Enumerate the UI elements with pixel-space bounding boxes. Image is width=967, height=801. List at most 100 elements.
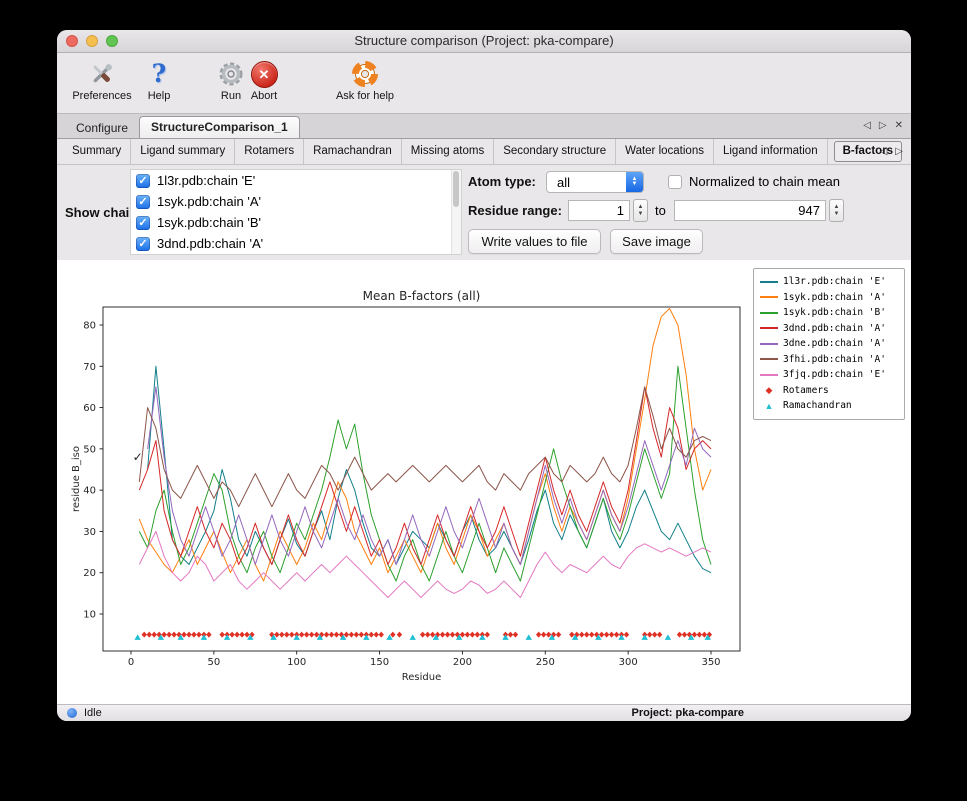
chains-scrollbar[interactable] <box>451 170 461 254</box>
residue-range-label: Residue range: <box>468 203 562 218</box>
legend-line-swatch <box>760 281 778 283</box>
svg-text:Mean B-factors (all): Mean B-factors (all) <box>363 289 481 303</box>
legend-line-swatch <box>760 327 778 329</box>
subtab-forward-icon[interactable]: ▷ <box>895 146 903 157</box>
legend-line-swatch <box>760 343 778 345</box>
legend-entry: 1l3r.pdb:chain 'E' <box>760 274 898 290</box>
dropdown-arrows-icon: ▲▼ <box>626 172 643 192</box>
svg-text:40: 40 <box>83 486 96 497</box>
tab-bar-nav: ◁ ▷ ✕ <box>863 120 903 131</box>
report-subtab-bar: SummaryLigand summaryRotamersRamachandra… <box>57 139 911 165</box>
toolbar-label: Ask for help <box>319 90 411 102</box>
legend-label: 3fjq.pdb:chain 'E' <box>783 369 886 380</box>
svg-text:300: 300 <box>619 657 638 668</box>
tab-strip: ConfigureStructureComparison_1 <box>65 116 300 138</box>
legend-label: 1l3r.pdb:chain 'E' <box>783 276 886 287</box>
check-annotation: ✓ <box>133 450 143 464</box>
toolbar-button-preferences[interactable]: Preferences <box>65 59 139 102</box>
chain-list-item[interactable]: ✓1l3r.pdb:chain 'E' <box>131 170 461 191</box>
svg-text:residue B_iso: residue B_iso <box>71 446 82 512</box>
tab-back-icon[interactable]: ◁ <box>863 120 871 131</box>
legend-label: 1syk.pdb:chain 'A' <box>783 292 886 303</box>
status-project: Project: pka-compare <box>632 706 744 721</box>
subtab-rotamers[interactable]: Rotamers <box>235 139 304 164</box>
title-bar[interactable]: Structure comparison (Project: pka-compa… <box>57 30 911 53</box>
chain-label: 1syk.pdb:chain 'A' <box>157 194 261 209</box>
subtab-summary[interactable]: Summary <box>63 139 131 164</box>
svg-text:30: 30 <box>83 527 96 538</box>
subtab-nav: ◁ ▷ <box>880 146 903 157</box>
normalized-label: Normalized to chain mean <box>689 174 840 189</box>
tab-close-icon[interactable]: ✕ <box>895 120 903 131</box>
svg-text:200: 200 <box>453 657 472 668</box>
app-window: Structure comparison (Project: pka-compa… <box>57 30 911 721</box>
legend-entry: 1syk.pdb:chain 'A' <box>760 290 898 306</box>
bfactor-plot: 0501001502002503003501020304050607080✓Me… <box>65 266 765 700</box>
chain-list-item[interactable]: ✓3dnd.pdb:chain 'A' <box>131 233 461 254</box>
legend-entry: ◆Rotamers <box>760 383 898 399</box>
bfactor-controls-panel: Show chains: ✓1l3r.pdb:chain 'E'✓1syk.pd… <box>57 165 911 262</box>
chain-checkbox[interactable]: ✓ <box>136 216 150 230</box>
normalized-checkbox[interactable] <box>668 175 682 189</box>
subtab-back-icon[interactable]: ◁ <box>880 146 888 157</box>
zoom-window-button[interactable] <box>106 35 118 47</box>
tab-forward-icon[interactable]: ▷ <box>879 120 887 131</box>
chain-list[interactable]: ✓1l3r.pdb:chain 'E'✓1syk.pdb:chain 'A'✓1… <box>130 169 462 255</box>
plot-legend: 1l3r.pdb:chain 'E' 1syk.pdb:chain 'A' 1syk… <box>753 268 905 420</box>
toolbar: Preferences?HelpRun✕AbortAsk for help <box>57 53 911 114</box>
toolbar-button-help[interactable]: ?Help <box>139 59 179 102</box>
status-bar: Idle Project: pka-compare <box>57 704 911 721</box>
chain-checkbox[interactable]: ✓ <box>136 237 150 251</box>
legend-label: 3dne.pdb:chain 'A' <box>783 338 886 349</box>
minimize-window-button[interactable] <box>86 35 98 47</box>
atom-type-label: Atom type: <box>468 174 536 189</box>
svg-text:80: 80 <box>83 321 96 332</box>
legend-line-swatch <box>760 374 778 376</box>
legend-entry: 3dne.pdb:chain 'A' <box>760 336 898 352</box>
legend-line-swatch <box>760 296 778 298</box>
save-image-button[interactable]: Save image <box>610 229 703 254</box>
subtab-ramachandran[interactable]: Ramachandran <box>304 139 402 164</box>
toolbar-button-ask-for-help[interactable]: Ask for help <box>319 59 411 102</box>
svg-text:150: 150 <box>370 657 389 668</box>
screen-background: Structure comparison (Project: pka-compa… <box>0 0 967 801</box>
tab-configure[interactable]: Configure <box>65 118 139 138</box>
legend-label: 1syk.pdb:chain 'B' <box>783 307 886 318</box>
subtab-missing-atoms[interactable]: Missing atoms <box>402 139 495 164</box>
close-window-button[interactable] <box>66 35 78 47</box>
svg-text:100: 100 <box>287 657 306 668</box>
subtab-water-locations[interactable]: Water locations <box>616 139 714 164</box>
legend-line-swatch <box>760 312 778 314</box>
tab-structurecomparison_1[interactable]: StructureComparison_1 <box>139 116 300 138</box>
chain-list-item[interactable]: ✓1syk.pdb:chain 'B' <box>131 212 461 233</box>
atom-type-select[interactable]: all ▲▼ <box>546 171 644 193</box>
window-controls <box>66 35 118 47</box>
status-state: Idle <box>84 706 102 721</box>
write-values-button[interactable]: Write values to file <box>468 229 601 254</box>
chain-checkbox[interactable]: ✓ <box>136 174 150 188</box>
subtab-ligand-information[interactable]: Ligand information <box>714 139 828 164</box>
lifering-icon <box>319 59 411 89</box>
triangle-marker-icon: ▲ <box>760 401 778 411</box>
scrollbar-thumb[interactable] <box>453 171 459 207</box>
toolbar-button-abort[interactable]: ✕Abort <box>241 59 287 102</box>
residue-to-stepper[interactable]: ▲▼ <box>829 199 844 222</box>
svg-text:70: 70 <box>83 362 96 373</box>
svg-text:50: 50 <box>83 444 96 455</box>
residue-from-input[interactable] <box>568 200 630 221</box>
svg-text:60: 60 <box>83 403 96 414</box>
subtab-secondary-structure[interactable]: Secondary structure <box>494 139 616 164</box>
subtab-ligand-summary[interactable]: Ligand summary <box>131 139 235 164</box>
chain-list-item[interactable]: ✓ 1syk.pdb:chain 'A' <box>131 191 461 212</box>
legend-label: 3fhi.pdb:chain 'A' <box>783 354 886 365</box>
legend-entry: ▲Ramachandran <box>760 398 898 414</box>
legend-entry: 3fjq.pdb:chain 'E' <box>760 367 898 383</box>
svg-text:50: 50 <box>207 657 220 668</box>
legend-entry: 3fhi.pdb:chain 'A' <box>760 352 898 368</box>
chain-checkbox[interactable]: ✓ <box>136 195 150 209</box>
status-indicator-icon <box>67 708 77 718</box>
residue-from-stepper[interactable]: ▲▼ <box>633 199 648 222</box>
legend-line-swatch <box>760 358 778 360</box>
residue-to-input[interactable] <box>674 200 826 221</box>
diamond-marker-icon: ◆ <box>760 385 778 395</box>
